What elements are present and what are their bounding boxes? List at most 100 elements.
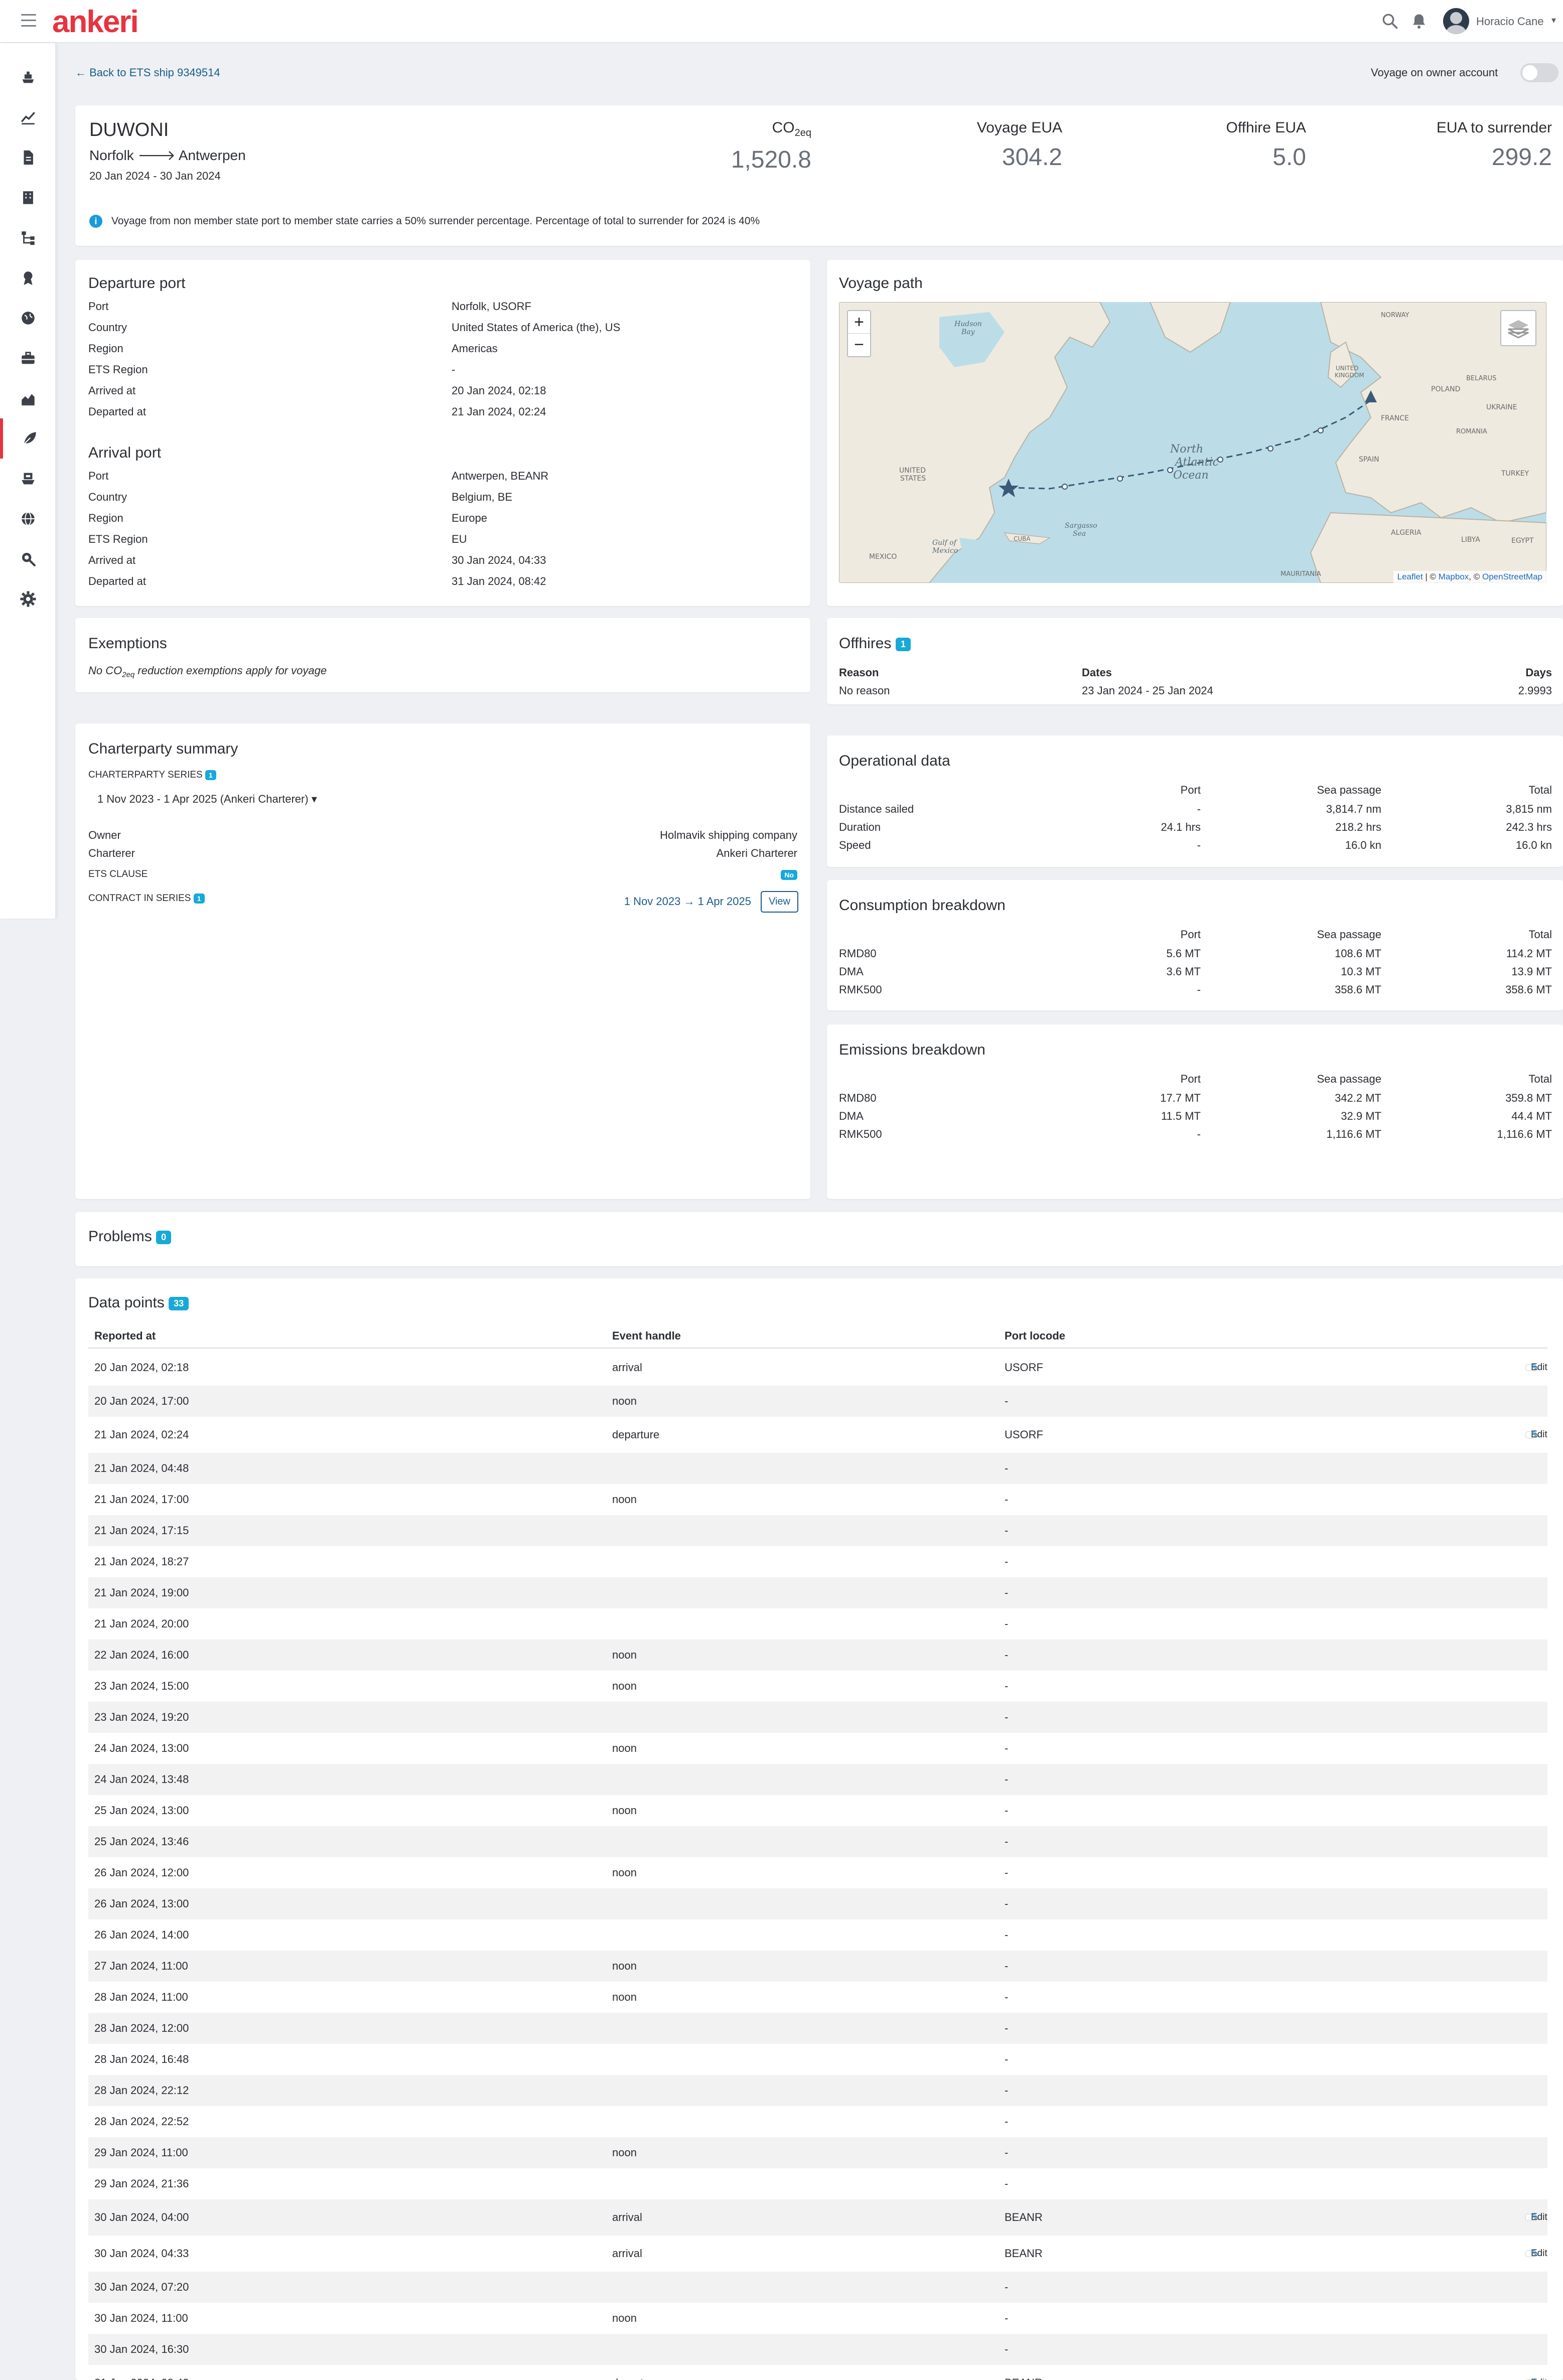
map-label-egypt: EGYPT (1511, 537, 1534, 545)
stat-eua-surrender-label: EUA to surrender (1436, 119, 1552, 136)
route-from: Norfolk (89, 147, 134, 163)
voyage-path-title: Voyage path (839, 275, 923, 291)
sidebar-item[interactable] (0, 57, 56, 97)
exemptions-text-pre: No CO (88, 664, 122, 677)
consumption-column-header: Port (1180, 928, 1201, 941)
offhires-header-reason: Reason (839, 666, 879, 679)
sidebar-item[interactable] (0, 218, 56, 258)
chevron-down-icon[interactable]: ▾ (1551, 15, 1556, 26)
consumption-cell-sea: 108.6 MT (1335, 947, 1381, 960)
settings-icon (20, 591, 36, 607)
surrender-info-text: Voyage from non member state port to mem… (111, 215, 760, 227)
sidebar-item[interactable] (0, 459, 56, 499)
emissions-title: Emissions breakdown (839, 1042, 985, 1058)
user-name[interactable]: Horacio Cane (1476, 15, 1544, 28)
user-avatar[interactable] (1443, 8, 1469, 34)
zoom-out-button[interactable]: − (848, 334, 870, 356)
departure-field-label: ETS Region (88, 363, 148, 376)
sidebar-item[interactable] (0, 579, 56, 619)
emissions-cell-label: RMK500 (839, 1128, 882, 1140)
operational-cell-sea: 3,814.7 nm (1326, 803, 1381, 815)
sidebar-item[interactable] (0, 97, 56, 137)
map-label-algeria: ALGERIA (1391, 529, 1422, 537)
stat-voyage-eua-label: Voyage EUA (976, 119, 1062, 136)
cell-reported-at: 21 Jan 2024, 02:24 (94, 1428, 189, 1441)
sidebar-item[interactable] (0, 539, 56, 579)
cell-port-locode: - (1005, 1586, 1009, 1599)
sidebar-item[interactable] (0, 258, 56, 298)
series-select-value: 1 Nov 2023 - 1 Apr 2025 (Ankeri Chartere… (97, 793, 309, 805)
cell-reported-at: 27 Jan 2024, 11:00 (94, 1960, 188, 1972)
search-icon[interactable] (1381, 12, 1399, 30)
sidebar-item[interactable] (0, 178, 56, 218)
exemptions-title: Exemptions (88, 635, 167, 652)
layers-icon[interactable] (1500, 310, 1536, 346)
sidebar-item[interactable] (0, 298, 56, 338)
map-label-bay: Bay (961, 328, 975, 336)
surrender-info: i Voyage from non member state port to m… (89, 215, 760, 228)
sidebar-item[interactable] (0, 137, 56, 178)
caret-down-icon: ▾ (311, 793, 317, 805)
sidebar-item[interactable] (0, 499, 56, 539)
contract-value[interactable]: 1 Nov 2023 → 1 Apr 2025 (624, 895, 751, 908)
header-port-locode[interactable]: Port locode (1005, 1329, 1065, 1343)
table-row: 28 Jan 2024, 11:00 noon - (88, 1982, 1547, 2013)
operational-cell-label: Speed (839, 839, 871, 851)
cell-reported-at: 20 Jan 2024, 17:00 (94, 1395, 189, 1407)
cell-reported-at: 28 Jan 2024, 12:00 (94, 2022, 189, 2034)
voyage-map[interactable]: North Atlantic Ocean UNITED STATES Hudso… (839, 302, 1546, 583)
app-logo[interactable]: ankeri (52, 4, 139, 40)
emissions-cell-total: 359.8 MT (1505, 1092, 1552, 1104)
charterparty-card: Charterparty summary CHARTERPARTY SERIES… (75, 723, 810, 1199)
sidebar-item[interactable] (0, 378, 56, 418)
cell-port-locode: - (1005, 1897, 1009, 1910)
cell-event-handle: arrival (612, 2211, 642, 2223)
table-row: 24 Jan 2024, 13:00 noon - (88, 1733, 1547, 1764)
consumption-cell-label: DMA (839, 965, 864, 978)
cell-reported-at: 26 Jan 2024, 12:00 (94, 1866, 189, 1879)
exemptions-text-post: reduction exemptions apply for voyage (134, 664, 327, 677)
edit-button[interactable]: Edit ✎ (1525, 2248, 1547, 2259)
chart-line-icon (21, 111, 36, 125)
owner-value: Holmavik shipping company (660, 829, 797, 841)
sidebar-item[interactable] (0, 418, 56, 459)
vessel-name: DUWONI (89, 119, 169, 140)
view-contract-button[interactable]: View (761, 891, 798, 913)
zoom-in-button[interactable]: + (848, 311, 870, 334)
map-label-france: FRANCE (1381, 414, 1409, 422)
cell-port-locode: - (1005, 2115, 1009, 2128)
header-reported-at[interactable]: Reported at (94, 1329, 156, 1343)
table-row: 21 Jan 2024, 18:27 - (88, 1546, 1547, 1577)
cell-event-handle: departure (612, 2376, 659, 2380)
table-row: 31 Jan 2024, 08:42departureBEANREdit ✎ (88, 2365, 1547, 2380)
charterparty-series-select[interactable]: 1 Nov 2023 - 1 Apr 2025 (Ankeri Chartere… (87, 787, 327, 812)
sidebar-item[interactable] (0, 338, 56, 378)
departure-field-value: Americas (452, 342, 498, 355)
consumption-cell-port: 5.6 MT (1166, 947, 1201, 960)
cell-reported-at: 21 Jan 2024, 17:15 (94, 1524, 189, 1537)
header-event-handle[interactable]: Event handle (612, 1329, 681, 1343)
mapbox-link[interactable]: Mapbox (1439, 572, 1469, 581)
cell-port-locode: BEANR (1005, 2247, 1043, 2260)
edit-button[interactable]: Edit ✎ (1525, 1362, 1547, 1373)
edit-button[interactable]: Edit ✎ (1525, 2212, 1547, 2223)
cell-event-handle: noon (612, 1804, 637, 1817)
operational-cell-port: - (1197, 839, 1201, 851)
operational-cell-sea: 16.0 kn (1345, 839, 1381, 851)
globe-icon (22, 312, 35, 325)
edit-icon: ✎ (1531, 1429, 1539, 1440)
emissions-cell-label: DMA (839, 1110, 864, 1122)
problems-title-text: Problems (88, 1228, 152, 1245)
departure-field-value: Norfolk, USORF (452, 300, 531, 313)
table-row: 28 Jan 2024, 16:48 - (88, 2044, 1547, 2075)
edit-button[interactable]: Edit ✎ (1525, 1429, 1547, 1440)
osm-link[interactable]: OpenStreetMap (1482, 572, 1542, 581)
cell-reported-at: 24 Jan 2024, 13:48 (94, 1773, 189, 1786)
back-link[interactable]: ← Back to ETS ship 9349514 (75, 66, 220, 79)
bell-icon[interactable] (1410, 12, 1428, 30)
leaflet-link[interactable]: Leaflet (1397, 572, 1423, 581)
consumption-card: Consumption breakdown Port Sea passage Tot… (827, 880, 1563, 1010)
menu-icon[interactable] (21, 14, 36, 27)
owner-account-toggle[interactable] (1520, 63, 1558, 82)
cell-port-locode: BEANR (1005, 2376, 1043, 2380)
